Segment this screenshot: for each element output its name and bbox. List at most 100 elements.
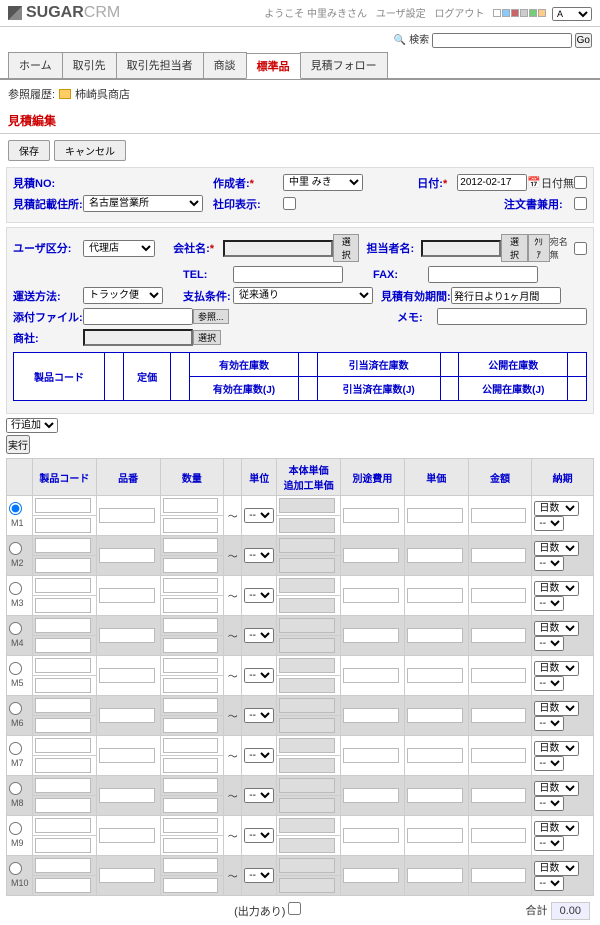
due-num-select[interactable]: --	[534, 556, 564, 571]
qty-from-input[interactable]	[163, 498, 219, 513]
qty-from-input[interactable]	[163, 698, 219, 713]
code-input[interactable]	[35, 698, 91, 713]
price-input[interactable]	[407, 708, 463, 723]
amount-input[interactable]	[471, 708, 527, 723]
qty-to-input[interactable]	[163, 718, 219, 733]
amount-input[interactable]	[471, 748, 527, 763]
tab-home[interactable]: ホーム	[8, 52, 63, 78]
breadcrumb-item[interactable]: 柿崎呉商店	[75, 86, 130, 102]
row-radio[interactable]	[9, 542, 22, 555]
unitprice1-input[interactable]	[279, 738, 335, 753]
part-input[interactable]	[99, 548, 155, 563]
unitprice1-input[interactable]	[279, 658, 335, 673]
due-select[interactable]: 日数	[534, 781, 579, 796]
due-select[interactable]: 日数	[534, 621, 579, 636]
price-input[interactable]	[407, 748, 463, 763]
due-select[interactable]: 日数	[534, 821, 579, 836]
unitprice1-input[interactable]	[279, 778, 335, 793]
code2-input[interactable]	[35, 518, 91, 533]
date-none-checkbox[interactable]	[574, 176, 587, 189]
code-input[interactable]	[35, 498, 91, 513]
qty-from-input[interactable]	[163, 618, 219, 633]
line-add-exec-button[interactable]: 実行	[6, 435, 30, 454]
due-num-select[interactable]: --	[534, 676, 564, 691]
part-input[interactable]	[99, 708, 155, 723]
unitprice2-input[interactable]	[279, 678, 335, 693]
address-select[interactable]: 名古屋営業所	[83, 195, 203, 212]
unit-select[interactable]: --	[244, 668, 274, 683]
extra-input[interactable]	[343, 628, 399, 643]
tab-accounts[interactable]: 取引先	[62, 52, 117, 78]
qty-to-input[interactable]	[163, 678, 219, 693]
due-num-select[interactable]: --	[534, 876, 564, 891]
search-go-button[interactable]: Go	[575, 33, 592, 48]
row-radio[interactable]	[9, 822, 22, 835]
extra-input[interactable]	[343, 548, 399, 563]
qty-to-input[interactable]	[163, 638, 219, 653]
unitprice1-input[interactable]	[279, 618, 335, 633]
output-checkbox[interactable]	[288, 902, 301, 915]
cancel-button[interactable]: キャンセル	[54, 140, 126, 161]
due-select[interactable]: 日数	[534, 701, 579, 716]
qty-from-input[interactable]	[163, 658, 219, 673]
calendar-icon[interactable]: 📅	[527, 176, 541, 189]
unitprice2-input[interactable]	[279, 838, 335, 853]
fax-input[interactable]	[428, 266, 538, 283]
extra-input[interactable]	[343, 748, 399, 763]
qty-to-input[interactable]	[163, 598, 219, 613]
code2-input[interactable]	[35, 678, 91, 693]
code-input[interactable]	[35, 778, 91, 793]
due-select[interactable]: 日数	[534, 741, 579, 756]
lang-select[interactable]: A	[552, 7, 592, 21]
search-input[interactable]	[432, 33, 572, 48]
contact-clear-button[interactable]: ｸﾘｱ	[528, 234, 550, 262]
amount-input[interactable]	[471, 628, 527, 643]
code2-input[interactable]	[35, 838, 91, 853]
amount-input[interactable]	[471, 548, 527, 563]
amount-input[interactable]	[471, 828, 527, 843]
anon-checkbox[interactable]	[574, 242, 587, 255]
unit-select[interactable]: --	[244, 548, 274, 563]
extra-input[interactable]	[343, 508, 399, 523]
stamp-checkbox[interactable]	[283, 197, 296, 210]
tel-input[interactable]	[233, 266, 343, 283]
part-input[interactable]	[99, 628, 155, 643]
due-num-select[interactable]: --	[534, 596, 564, 611]
price-input[interactable]	[407, 508, 463, 523]
code-input[interactable]	[35, 538, 91, 553]
qty-to-input[interactable]	[163, 798, 219, 813]
price-input[interactable]	[407, 828, 463, 843]
price-input[interactable]	[407, 588, 463, 603]
qty-from-input[interactable]	[163, 818, 219, 833]
tab-opportunities[interactable]: 商談	[203, 52, 247, 78]
row-radio[interactable]	[9, 742, 22, 755]
code2-input[interactable]	[35, 878, 91, 893]
unitprice1-input[interactable]	[279, 498, 335, 513]
unit-select[interactable]: --	[244, 788, 274, 803]
qty-to-input[interactable]	[163, 518, 219, 533]
qty-from-input[interactable]	[163, 538, 219, 553]
unitprice2-input[interactable]	[279, 638, 335, 653]
theme-colors[interactable]	[493, 9, 546, 17]
row-radio[interactable]	[9, 782, 22, 795]
order-checkbox[interactable]	[574, 197, 587, 210]
amount-input[interactable]	[471, 508, 527, 523]
logout-link[interactable]: ログアウト	[434, 9, 484, 20]
row-radio[interactable]	[9, 862, 22, 875]
tab-followup[interactable]: 見積フォロー	[300, 52, 388, 78]
code-input[interactable]	[35, 578, 91, 593]
price-input[interactable]	[407, 868, 463, 883]
qty-to-input[interactable]	[163, 558, 219, 573]
unitprice1-input[interactable]	[279, 818, 335, 833]
due-select[interactable]: 日数	[534, 861, 579, 876]
code2-input[interactable]	[35, 758, 91, 773]
unitprice2-input[interactable]	[279, 558, 335, 573]
contact-select-button[interactable]: 選択	[501, 234, 527, 262]
qty-from-input[interactable]	[163, 578, 219, 593]
row-radio[interactable]	[9, 502, 22, 515]
contact-input[interactable]	[421, 240, 501, 257]
part-input[interactable]	[99, 748, 155, 763]
amount-input[interactable]	[471, 788, 527, 803]
user-settings-link[interactable]: ユーザ設定	[376, 9, 426, 20]
unit-select[interactable]: --	[244, 748, 274, 763]
